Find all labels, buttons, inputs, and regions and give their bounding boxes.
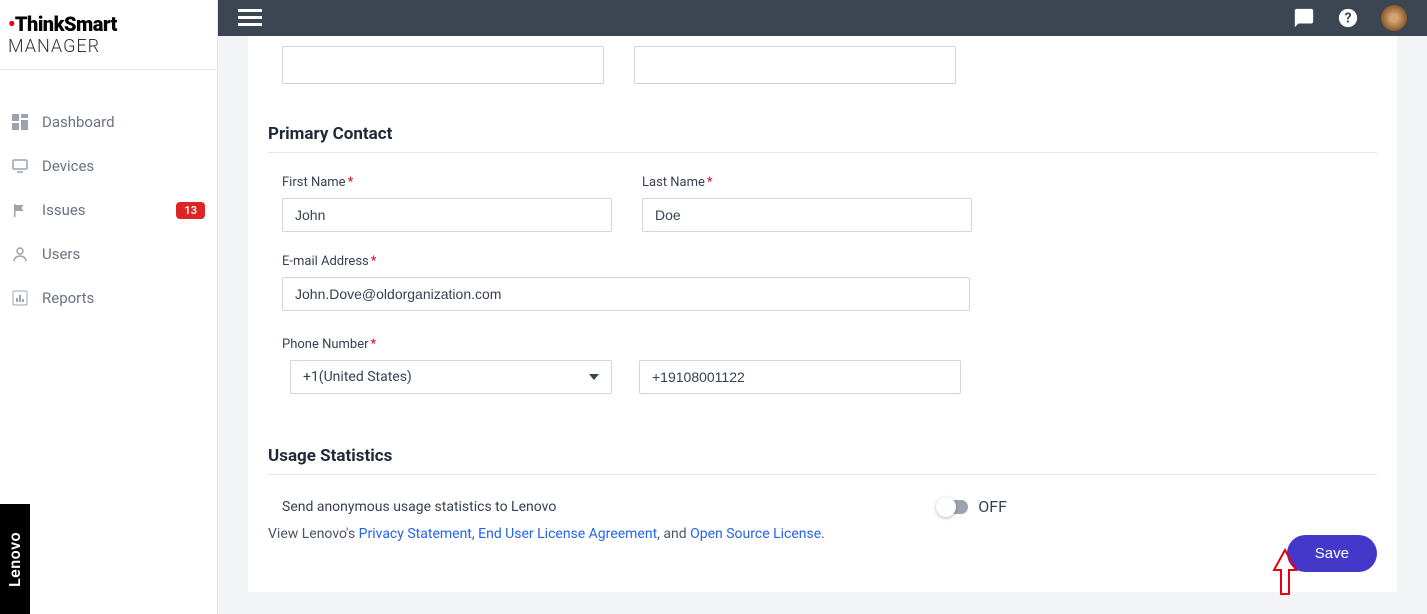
lenovo-brand-tab: Lenovo: [0, 504, 30, 614]
chat-icon[interactable]: [1293, 7, 1315, 29]
phone-input[interactable]: [639, 360, 961, 394]
sidebar-item-label: Dashboard: [42, 113, 205, 131]
flag-icon: [12, 202, 28, 218]
help-icon[interactable]: ?: [1337, 7, 1359, 29]
chevron-down-icon: [589, 374, 599, 380]
save-button[interactable]: Save: [1287, 535, 1377, 572]
sidebar-item-label: Users: [42, 245, 205, 263]
legal-links: View Lenovo's Privacy Statement, End Use…: [268, 526, 1377, 542]
main-content: Primary Contact First Name* Last Name* E…: [218, 36, 1427, 614]
last-name-input[interactable]: [642, 198, 972, 232]
top-field-2[interactable]: [634, 46, 956, 84]
monitor-icon: [12, 158, 28, 174]
privacy-link[interactable]: Privacy Statement: [359, 526, 472, 542]
issues-badge: 13: [176, 202, 205, 219]
primary-contact-heading: Primary Contact: [268, 124, 1377, 153]
first-name-label: First Name*: [282, 175, 612, 190]
sidebar-item-issues[interactable]: Issues 13: [0, 188, 217, 232]
usage-toggle[interactable]: [938, 500, 968, 514]
user-icon: [12, 246, 28, 262]
dashboard-icon: [12, 114, 28, 130]
nav: Dashboard Devices Issues 13 Users Repo: [0, 70, 217, 320]
sidebar-item-label: Issues: [42, 201, 176, 219]
chart-icon: [12, 290, 28, 306]
email-input[interactable]: [282, 277, 970, 311]
toggle-knob: [936, 497, 956, 517]
logo-main: ThinkSmart: [15, 12, 117, 36]
avatar[interactable]: [1381, 5, 1407, 31]
country-code-value: +1(United States): [303, 369, 412, 385]
logo-sub: MANAGER: [8, 36, 100, 57]
usage-stats-heading: Usage Statistics: [268, 446, 1377, 475]
last-name-label: Last Name*: [642, 175, 972, 190]
osl-link[interactable]: Open Source License: [690, 526, 821, 542]
phone-label: Phone Number*: [282, 337, 376, 352]
settings-card: Primary Contact First Name* Last Name* E…: [248, 36, 1397, 592]
menu-icon[interactable]: [238, 9, 262, 27]
lenovo-text: Lenovo: [6, 531, 25, 586]
email-label: E-mail Address*: [282, 254, 970, 269]
sidebar-item-users[interactable]: Users: [0, 232, 217, 276]
sidebar-item-reports[interactable]: Reports: [0, 276, 217, 320]
usage-send-text: Send anonymous usage statistics to Lenov…: [282, 499, 556, 515]
eula-link[interactable]: End User License Agreement: [478, 526, 657, 542]
svg-text:?: ?: [1345, 11, 1352, 27]
sidebar-item-devices[interactable]: Devices: [0, 144, 217, 188]
logo: •ThinkSmart MANAGER: [0, 0, 217, 70]
sidebar-item-label: Devices: [42, 157, 205, 175]
sidebar: •ThinkSmart MANAGER Dashboard Devices Is…: [0, 0, 218, 614]
top-field-1[interactable]: [282, 46, 604, 84]
toggle-state-label: OFF: [978, 497, 1007, 516]
first-name-input[interactable]: [282, 198, 612, 232]
sidebar-item-dashboard[interactable]: Dashboard: [0, 100, 217, 144]
topbar: ?: [218, 0, 1427, 36]
sidebar-item-label: Reports: [42, 289, 205, 307]
country-code-select[interactable]: +1(United States): [290, 360, 612, 394]
